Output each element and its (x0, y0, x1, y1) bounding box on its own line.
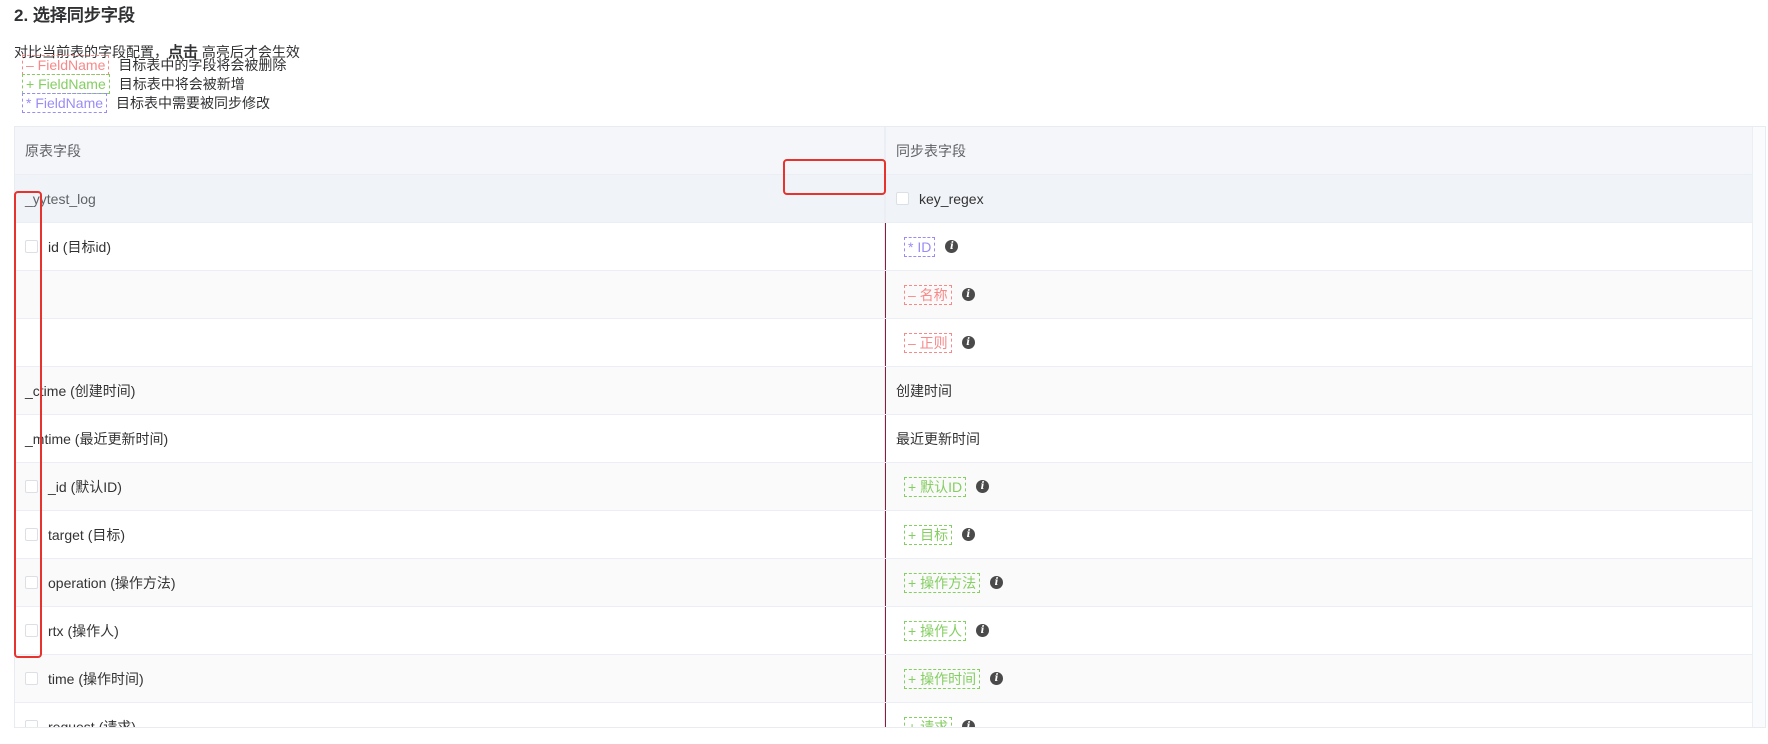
sync-field-cell[interactable]: + 默认ID i (885, 463, 1751, 510)
source-field-cell[interactable]: operation (操作方法) (15, 559, 885, 606)
table-row[interactable]: _ctime (创建时间) 创建时间 (15, 367, 1765, 415)
info-icon[interactable]: i (990, 576, 1004, 589)
source-field-label: _ctime (创建时间) (25, 382, 136, 399)
legend-modify-tag: * FieldName (22, 92, 108, 113)
table-row[interactable]: request (请求) + 请求 i (15, 703, 1765, 728)
sync-field-tag: + 操作方法 (904, 572, 981, 593)
table-row[interactable]: rtx (操作人) + 操作人 i (15, 607, 1765, 655)
info-icon[interactable]: i (961, 288, 975, 301)
source-field-checkbox[interactable] (25, 672, 38, 685)
source-field-cell[interactable]: rtx (操作人) (15, 607, 885, 654)
table-row[interactable]: _id (默认ID) + 默认ID i (15, 463, 1765, 511)
source-field-label: request (请求) (48, 718, 136, 728)
source-field-cell[interactable]: time (操作时间) (15, 655, 885, 702)
source-field-checkbox[interactable] (25, 528, 38, 541)
table-row[interactable]: id (目标id) * ID i (15, 223, 1765, 271)
header-source-fields: 原表字段 (15, 127, 885, 174)
sync-field-cell[interactable]: + 操作方法 i (885, 559, 1751, 606)
legend-add-text: 目标表中将会被新增 (118, 75, 245, 92)
sync-field-cell[interactable]: – 名称 i (885, 271, 1751, 318)
sync-field-tag: + 操作人 (904, 620, 967, 641)
source-field-label: _id (默认ID) (48, 478, 122, 495)
sync-field-cell[interactable]: + 操作时间 i (885, 655, 1751, 702)
sync-field-cell[interactable]: 创建时间 (885, 367, 1751, 414)
source-field-cell[interactable]: _id (默认ID) (15, 463, 885, 510)
sync-field-tag: + 默认ID (904, 476, 967, 497)
legend-add-tag: + FieldName (22, 73, 110, 94)
sync-field-cell[interactable]: + 操作人 i (885, 607, 1751, 654)
source-field-cell[interactable]: request (请求) (15, 703, 885, 728)
section-title: 2. 选择同步字段 (14, 6, 135, 25)
sync-table-name: key_regex (919, 190, 984, 207)
sync-field-cell[interactable]: – 正则 i (885, 319, 1751, 366)
field-sync-table: 原表字段 同步表字段 _yytest_log key_regex id (目标i… (14, 126, 1766, 728)
table-row[interactable]: _mtime (最近更新时间) 最近更新时间 (15, 415, 1765, 463)
info-icon[interactable]: i (961, 336, 975, 349)
legend-delete-text: 目标表中的字段将会被删除 (118, 56, 287, 73)
legend-delete: – FieldName 目标表中的字段将会被删除 (22, 54, 286, 75)
info-icon[interactable]: i (945, 240, 959, 253)
source-field-label: id (目标id) (48, 238, 112, 255)
sync-table-name-cell[interactable]: key_regex (885, 175, 1751, 222)
source-table-name: _yytest_log (15, 175, 885, 222)
sync-field-tag: – 正则 (904, 332, 952, 353)
info-icon[interactable]: i (962, 720, 976, 727)
table-name-row: _yytest_log key_regex (15, 175, 1765, 223)
source-field-cell[interactable] (15, 271, 885, 318)
sync-field-tag: + 操作时间 (904, 668, 981, 689)
legend-modify-text: 目标表中需要被同步修改 (116, 94, 271, 111)
source-field-checkbox[interactable] (25, 576, 38, 589)
header-sync-fields: 同步表字段 (885, 127, 1751, 174)
source-field-cell[interactable]: _ctime (创建时间) (15, 367, 885, 414)
sync-field-tag: – 名称 (904, 284, 952, 305)
source-field-label: operation (操作方法) (48, 574, 176, 591)
info-icon[interactable]: i (976, 480, 990, 493)
table-header-row: 原表字段 同步表字段 (15, 127, 1765, 175)
table-scroll-edge (1752, 127, 1765, 727)
source-field-label: time (操作时间) (48, 670, 144, 687)
sync-field-cell[interactable]: + 目标 i (885, 511, 1751, 558)
table-row[interactable]: operation (操作方法) + 操作方法 i (15, 559, 1765, 607)
source-field-cell[interactable]: id (目标id) (15, 223, 885, 270)
sync-table-checkbox[interactable] (896, 192, 909, 205)
source-field-label: target (目标) (48, 526, 126, 543)
sync-field-label: 最近更新时间 (896, 430, 980, 447)
source-field-label: _mtime (最近更新时间) (25, 430, 169, 447)
sync-field-cell[interactable]: * ID i (885, 223, 1751, 270)
legend-delete-tag: – FieldName (22, 54, 110, 75)
legend-add: + FieldName 目标表中将会被新增 (22, 73, 245, 94)
table-row[interactable]: time (操作时间) + 操作时间 i (15, 655, 1765, 703)
info-icon[interactable]: i (990, 672, 1004, 685)
sync-field-cell[interactable]: 最近更新时间 (885, 415, 1751, 462)
source-field-checkbox[interactable] (25, 624, 38, 637)
source-field-checkbox[interactable] (25, 240, 38, 253)
source-field-checkbox[interactable] (25, 720, 38, 727)
source-field-cell[interactable] (15, 319, 885, 366)
table-row[interactable]: – 正则 i (15, 319, 1765, 367)
sync-field-tag: * ID (904, 236, 936, 257)
source-field-cell[interactable]: _mtime (最近更新时间) (15, 415, 885, 462)
source-field-checkbox[interactable] (25, 480, 38, 493)
sync-field-cell[interactable]: + 请求 i (885, 703, 1751, 727)
source-field-cell[interactable]: target (目标) (15, 511, 885, 558)
info-icon[interactable]: i (976, 624, 990, 637)
sync-field-tag: + 请求 (904, 716, 953, 727)
sync-field-label: 创建时间 (896, 382, 952, 399)
legend-modify: * FieldName 目标表中需要被同步修改 (22, 92, 270, 113)
source-field-label: rtx (操作人) (48, 622, 119, 639)
table-row[interactable]: – 名称 i (15, 271, 1765, 319)
table-row[interactable]: target (目标) + 目标 i (15, 511, 1765, 559)
sync-field-tag: + 目标 (904, 524, 953, 545)
info-icon[interactable]: i (962, 528, 976, 541)
